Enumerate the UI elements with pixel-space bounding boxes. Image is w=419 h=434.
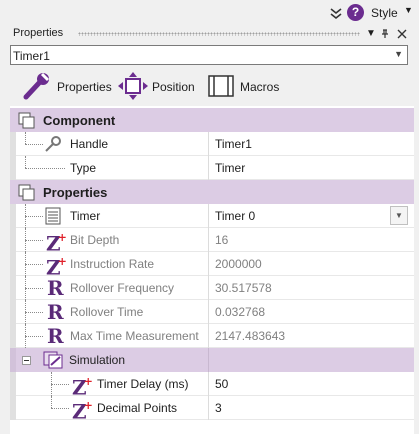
properties-icon	[18, 184, 35, 201]
property-value: 30.517578	[215, 281, 272, 295]
top-toolbar: ? Style ▼	[0, 0, 419, 26]
macro-icon	[208, 75, 234, 97]
property-row-timer[interactable]: Timer Timer 0 ▼	[10, 204, 414, 228]
category-component-label: Component	[43, 113, 116, 128]
r-variable-icon: R	[47, 324, 64, 348]
property-row-handle[interactable]: Handle Timer1	[10, 132, 414, 156]
property-name: Decimal Points	[97, 401, 178, 415]
tab-properties-label: Properties	[57, 80, 112, 94]
object-selector[interactable]: Timer1 ▼	[10, 45, 408, 65]
property-name: Timer Delay (ms)	[97, 377, 189, 391]
tab-position[interactable]: Position	[118, 72, 208, 100]
panel-menu-icon[interactable]: ▼	[364, 26, 378, 42]
r-variable-icon: R	[47, 276, 64, 300]
tab-position-label: Position	[152, 80, 195, 94]
panel-grip[interactable]	[78, 32, 360, 36]
property-value[interactable]: Timer 0	[215, 209, 255, 223]
close-icon[interactable]	[397, 29, 407, 39]
property-value: 0.032768	[215, 305, 266, 319]
property-row-bit-depth[interactable]: Z+ Bit Depth 16	[10, 228, 414, 256]
property-value[interactable]: Timer1	[215, 137, 252, 151]
help-icon[interactable]: ?	[347, 4, 364, 21]
panel-header: Properties ▼	[6, 26, 416, 42]
chevron-down-icon[interactable]: ▼	[394, 49, 403, 59]
property-row-rollover-frequency[interactable]: R Rollover Frequency 30.517578	[10, 276, 414, 300]
property-row-type[interactable]: Type Timer	[10, 156, 414, 180]
property-value[interactable]: Timer	[215, 161, 245, 175]
pin-icon[interactable]	[380, 29, 390, 39]
property-name: Timer	[70, 209, 101, 223]
property-tabs: Properties Position Macros	[10, 66, 408, 106]
z-variable-icon: Z+	[72, 399, 93, 424]
property-row-decimal-points[interactable]: Z+ Decimal Points 3	[10, 396, 414, 424]
z-variable-icon: Z+	[46, 231, 67, 256]
panel-title: Properties	[13, 27, 64, 39]
property-value: 2147.483643	[215, 329, 286, 343]
category-properties-label: Properties	[43, 185, 108, 200]
property-value: 2000000	[215, 257, 262, 271]
style-menu-label[interactable]: Style	[371, 6, 398, 20]
wrench-icon	[23, 72, 50, 100]
property-name: Max Time Measurement	[70, 329, 199, 343]
tab-macros-label: Macros	[240, 80, 280, 94]
collapse-toggle-icon[interactable]	[22, 356, 31, 365]
property-value[interactable]: 50	[215, 377, 228, 391]
tab-macros[interactable]: Macros	[206, 72, 306, 100]
property-row-timer-delay[interactable]: Z+ Timer Delay (ms) 50	[10, 372, 414, 400]
collapse-chevron-icon[interactable]	[329, 6, 343, 20]
property-row-max-time-measurement[interactable]: R Max Time Measurement 2147.483643	[10, 324, 414, 348]
object-selector-value: Timer1	[13, 49, 50, 63]
property-name: Handle	[70, 137, 109, 151]
subcategory-simulation[interactable]: Simulation	[10, 348, 414, 372]
property-name: Instruction Rate	[70, 257, 155, 271]
category-component[interactable]: Component	[10, 108, 414, 132]
property-grid: Component Handle Timer1 Type Timer Prope…	[10, 106, 414, 434]
chevron-down-icon[interactable]: ▼	[390, 206, 408, 225]
r-variable-icon: R	[47, 300, 64, 324]
property-value[interactable]: 3	[215, 401, 222, 415]
style-dropdown-icon[interactable]: ▼	[404, 5, 413, 15]
key-icon	[45, 136, 61, 152]
property-name: Bit Depth	[70, 233, 120, 247]
subcategory-simulation-label: Simulation	[69, 353, 126, 367]
property-row-rollover-time[interactable]: R Rollover Time 0.032768	[10, 300, 414, 324]
property-name: Type	[70, 161, 97, 175]
tab-properties[interactable]: Properties	[22, 72, 122, 100]
property-row-instruction-rate[interactable]: Z+ Instruction Rate 2000000	[10, 252, 414, 280]
z-variable-icon: Z+	[72, 375, 93, 400]
property-name: Rollover Time	[70, 305, 144, 319]
property-name: Rollover Frequency	[70, 281, 175, 295]
z-variable-icon: Z+	[46, 255, 67, 280]
property-value: 16	[215, 233, 229, 247]
simulation-icon	[43, 351, 63, 369]
list-icon	[45, 207, 61, 225]
category-properties[interactable]: Properties	[10, 180, 414, 204]
component-icon	[18, 112, 35, 129]
move-icon	[118, 72, 148, 100]
